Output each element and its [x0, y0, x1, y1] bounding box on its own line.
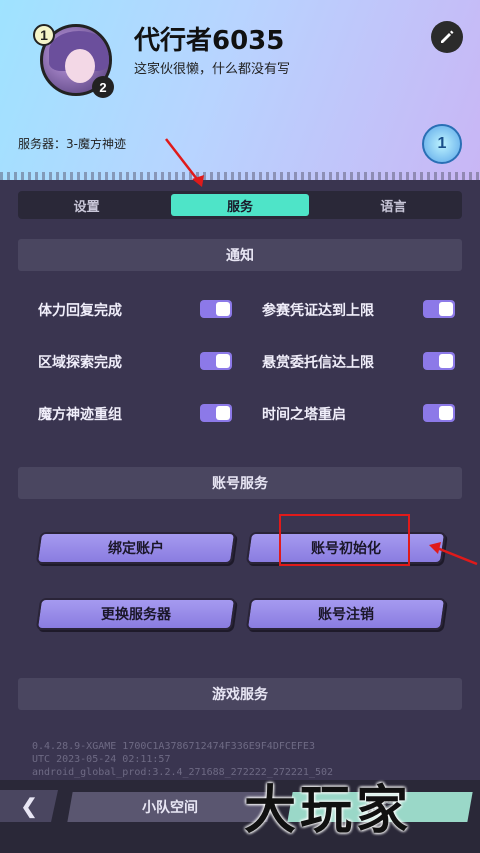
- notif-toggle[interactable]: [423, 300, 455, 318]
- header-divider: [0, 172, 480, 180]
- bio-text: 这家伙很懒，什么都没有写: [134, 62, 291, 77]
- notif-row: 魔方神迹重组: [38, 404, 122, 424]
- toggle-knob: [439, 354, 453, 368]
- red-highlight-box: [279, 514, 410, 566]
- notif-label: 体力回复完成: [38, 303, 122, 319]
- notif-row: 悬赏委托信达上限: [262, 352, 374, 372]
- notif-row: 时间之塔重启: [262, 404, 346, 424]
- level-badge: 1: [33, 24, 55, 46]
- watermark: 大玩家: [244, 780, 413, 841]
- notif-toggle[interactable]: [200, 352, 232, 370]
- notif-toggle[interactable]: [423, 352, 455, 370]
- button-label: 绑定账户: [108, 541, 164, 557]
- notif-toggle[interactable]: [200, 300, 232, 318]
- tab-settings[interactable]: 设置: [18, 191, 155, 219]
- gem-level: 1: [437, 135, 447, 152]
- rank-badge: 2: [92, 76, 114, 98]
- back-chevron-icon: ❮: [20, 795, 38, 818]
- notif-toggle[interactable]: [423, 404, 455, 422]
- section-notifications: 通知: [18, 239, 462, 271]
- button-label: 小队空间: [142, 800, 198, 816]
- button-label: 更换服务器: [101, 607, 171, 623]
- bind-account-button[interactable]: 绑定账户: [35, 532, 237, 564]
- edit-profile-button[interactable]: [431, 21, 463, 53]
- notif-row: 参赛凭证达到上限: [262, 300, 374, 320]
- red-arrow-annotation: [429, 542, 478, 566]
- section-account-service: 账号服务: [18, 467, 462, 499]
- tab-service[interactable]: 服务: [171, 194, 309, 216]
- toggle-knob: [216, 302, 230, 316]
- delete-account-button[interactable]: 账号注销: [245, 598, 447, 630]
- notif-label: 悬赏委托信达上限: [262, 355, 374, 371]
- section-game-service: 游戏服务: [18, 678, 462, 710]
- gem-icon[interactable]: 1: [422, 124, 462, 164]
- notif-label: 时间之塔重启: [262, 407, 346, 423]
- notif-label: 魔方神迹重组: [38, 407, 122, 423]
- avatar-face: [65, 49, 95, 83]
- change-server-button[interactable]: 更换服务器: [35, 598, 237, 630]
- notif-label: 区域探索完成: [38, 355, 122, 371]
- toggle-knob: [439, 406, 453, 420]
- toggle-knob: [216, 406, 230, 420]
- button-label: 账号注销: [318, 607, 374, 623]
- server-label: 服务器：3-魔方神迹: [18, 137, 126, 151]
- toggle-knob: [216, 354, 230, 368]
- back-button[interactable]: ❮: [0, 790, 58, 822]
- tab-bar: 设置 服务 语言: [18, 191, 462, 219]
- notif-label: 参赛凭证达到上限: [262, 303, 374, 319]
- notif-row: 体力回复完成: [38, 300, 122, 320]
- team-space-button[interactable]: 小队空间: [67, 792, 273, 822]
- tab-language[interactable]: 语言: [325, 191, 462, 219]
- red-arrow-annotation: [165, 138, 204, 187]
- version-line: UTC 2023-05-24 02:11:57: [32, 754, 171, 765]
- username: 代行者6035: [134, 26, 285, 56]
- notif-toggle[interactable]: [200, 404, 232, 422]
- version-line: 0.4.28.9-XGAME 1700C1A3786712474F336E9F4…: [32, 741, 315, 752]
- notif-row: 区域探索完成: [38, 352, 122, 372]
- pencil-icon: [441, 30, 454, 43]
- toggle-knob: [439, 302, 453, 316]
